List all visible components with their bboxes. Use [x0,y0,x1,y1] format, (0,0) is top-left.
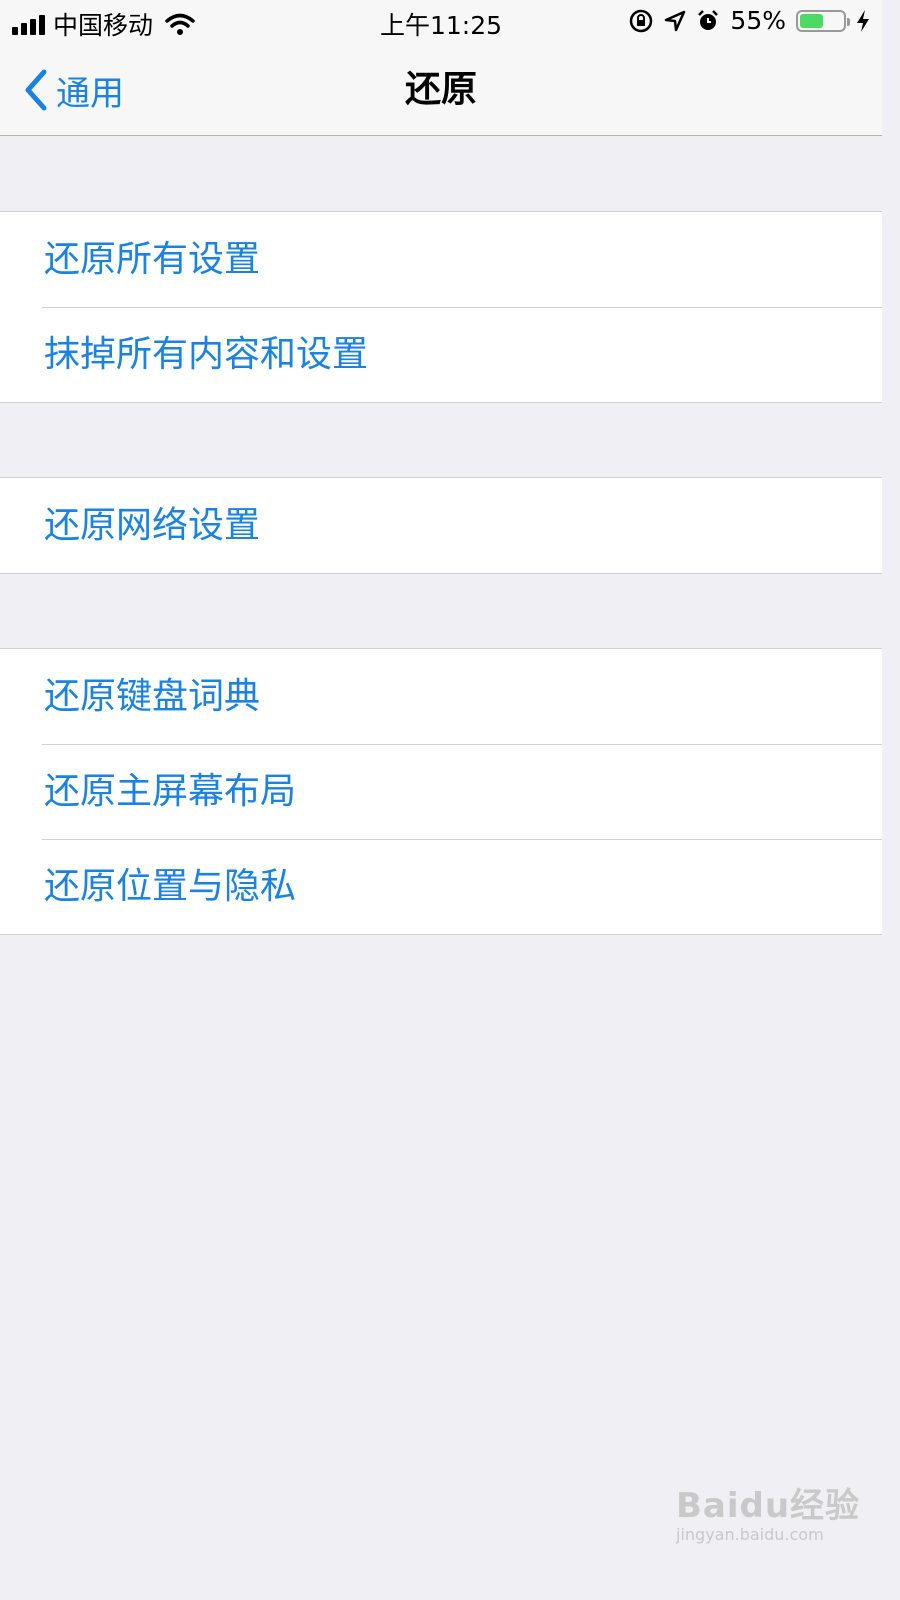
reset-keyboard-dictionary-button[interactable]: 还原键盘词典 [0,649,882,744]
location-icon [665,10,686,31]
reset-group-2: 还原网络设置 [0,477,882,574]
charging-bolt-icon [857,9,869,32]
reset-network-settings-button[interactable]: 还原网络设置 [0,478,882,573]
status-bar: 中国移动 上午11:25 55% [0,0,882,44]
page-title: 还原 [404,69,477,110]
watermark-logo: Baidu经验 [676,1486,861,1526]
reset-group-1: 还原所有设置 抹掉所有内容和设置 [0,211,882,403]
erase-all-content-button[interactable]: 抹掉所有内容和设置 [0,307,882,402]
battery-percent: 55% [730,6,786,35]
alarm-icon [698,9,719,30]
watermark: Baidu经验 jingyan.baidu.com [676,1478,860,1544]
orientation-lock-icon [630,9,653,32]
reset-all-settings-button[interactable]: 还原所有设置 [0,212,882,307]
navigation-bar: 通用 还原 [0,44,882,136]
reset-home-screen-layout-button[interactable]: 还原主屏幕布局 [0,744,882,839]
reset-location-privacy-button[interactable]: 还原位置与隐私 [0,839,882,934]
watermark-url: jingyan.baidu.com [676,1525,824,1544]
battery-icon [796,9,850,32]
reset-group-3: 还原键盘词典 还原主屏幕布局 还原位置与隐私 [0,648,882,935]
